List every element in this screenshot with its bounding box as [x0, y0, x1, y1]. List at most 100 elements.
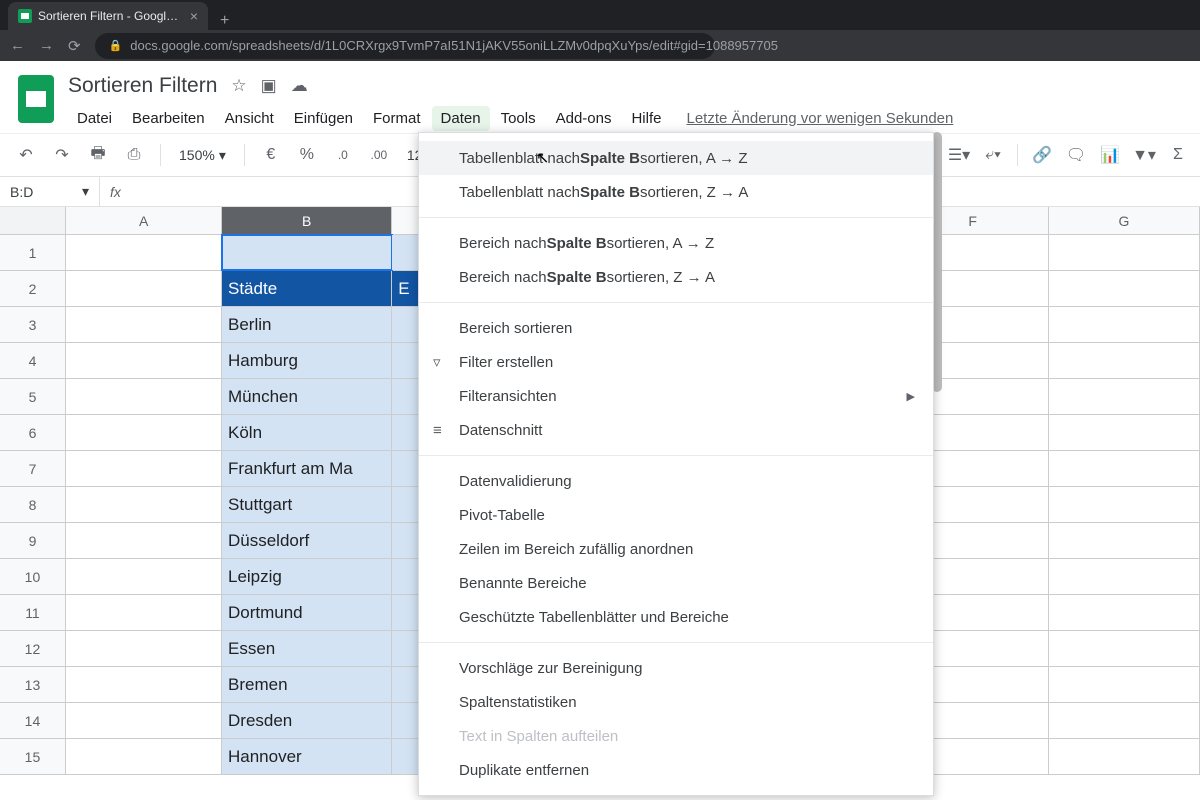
sort-range-az[interactable]: Bereich nach Spalte B sortieren, A → Z: [419, 226, 933, 260]
cell[interactable]: Hannover: [222, 739, 392, 774]
redo-icon[interactable]: ↷: [48, 141, 76, 169]
address-bar[interactable]: 🔒 docs.google.com/spreadsheets/d/1L0CRXr…: [95, 33, 715, 59]
cell[interactable]: Städte: [222, 271, 392, 306]
cell[interactable]: [1049, 271, 1200, 306]
pivot-table[interactable]: Pivot-Tabelle: [419, 498, 933, 532]
create-filter[interactable]: ▿Filter erstellen: [419, 345, 933, 379]
cell[interactable]: Stuttgart: [222, 487, 392, 522]
col-header-G[interactable]: G: [1049, 207, 1200, 234]
col-header-A[interactable]: A: [66, 207, 222, 234]
row-header[interactable]: 2: [0, 271, 66, 306]
cell[interactable]: Bremen: [222, 667, 392, 702]
menu-einfuegen[interactable]: Einfügen: [285, 106, 362, 131]
cell[interactable]: [66, 523, 222, 558]
menu-daten[interactable]: Daten: [432, 106, 490, 131]
valign-icon[interactable]: ☰▾: [945, 141, 973, 169]
sort-range-za[interactable]: Bereich nach Spalte B sortieren, Z → A: [419, 260, 933, 294]
col-header-B[interactable]: B: [222, 207, 392, 234]
menu-bearbeiten[interactable]: Bearbeiten: [123, 106, 214, 131]
functions-icon[interactable]: Σ: [1164, 141, 1192, 169]
reload-icon[interactable]: ⟳: [68, 37, 81, 55]
cell[interactable]: Köln: [222, 415, 392, 450]
select-all-corner[interactable]: [0, 207, 66, 234]
named-ranges[interactable]: Benannte Bereiche: [419, 566, 933, 600]
browser-tab[interactable]: Sortieren Filtern - Google Tabelle ×: [8, 2, 208, 30]
row-header[interactable]: 4: [0, 343, 66, 378]
cell[interactable]: [66, 379, 222, 414]
currency-icon[interactable]: €: [257, 141, 285, 169]
cell[interactable]: München: [222, 379, 392, 414]
filter-views[interactable]: Filteransichten▶: [419, 379, 933, 413]
comment-icon[interactable]: 🗨: [1062, 141, 1090, 169]
cell[interactable]: [66, 235, 222, 270]
cell[interactable]: [66, 415, 222, 450]
cell[interactable]: [1049, 559, 1200, 594]
cell[interactable]: [1049, 739, 1200, 774]
row-header[interactable]: 14: [0, 703, 66, 738]
row-header[interactable]: 10: [0, 559, 66, 594]
cell[interactable]: [1049, 307, 1200, 342]
remove-duplicates[interactable]: Duplikate entfernen: [419, 753, 933, 787]
cell[interactable]: [1049, 451, 1200, 486]
cell[interactable]: Düsseldorf: [222, 523, 392, 558]
forward-icon[interactable]: →: [39, 37, 54, 54]
cell[interactable]: Frankfurt am Ma: [222, 451, 392, 486]
cell[interactable]: [1049, 595, 1200, 630]
link-icon[interactable]: 🔗: [1028, 141, 1056, 169]
cell[interactable]: [66, 307, 222, 342]
cell[interactable]: [1049, 667, 1200, 702]
menu-ansicht[interactable]: Ansicht: [216, 106, 283, 131]
star-icon[interactable]: ☆: [231, 76, 246, 96]
cell[interactable]: [66, 595, 222, 630]
new-tab-button[interactable]: +: [208, 12, 241, 30]
cell[interactable]: Essen: [222, 631, 392, 666]
cleanup-suggestions[interactable]: Vorschläge zur Bereinigung: [419, 651, 933, 685]
cell[interactable]: [1049, 523, 1200, 558]
cell[interactable]: [66, 451, 222, 486]
cell[interactable]: [66, 739, 222, 774]
menu-hilfe[interactable]: Hilfe: [622, 106, 670, 131]
row-header[interactable]: 3: [0, 307, 66, 342]
print-icon[interactable]: 🖶: [84, 141, 112, 169]
cell[interactable]: [66, 703, 222, 738]
row-header[interactable]: 5: [0, 379, 66, 414]
cell[interactable]: [66, 631, 222, 666]
cell[interactable]: [66, 667, 222, 702]
row-header[interactable]: 12: [0, 631, 66, 666]
protected-sheets[interactable]: Geschützte Tabellenblätter und Bereiche: [419, 600, 933, 634]
cell[interactable]: [66, 559, 222, 594]
cell[interactable]: [66, 343, 222, 378]
cell[interactable]: Hamburg: [222, 343, 392, 378]
row-header[interactable]: 1: [0, 235, 66, 270]
zoom-select[interactable]: 150% ▾: [173, 147, 232, 164]
row-header[interactable]: 13: [0, 667, 66, 702]
cell[interactable]: [66, 487, 222, 522]
close-tab-icon[interactable]: ×: [190, 8, 198, 24]
row-header[interactable]: 11: [0, 595, 66, 630]
increase-decimal-icon[interactable]: .00: [365, 141, 393, 169]
document-title[interactable]: Sortieren Filtern: [68, 74, 217, 98]
data-validation[interactable]: Datenvalidierung: [419, 464, 933, 498]
row-header[interactable]: 7: [0, 451, 66, 486]
row-header[interactable]: 6: [0, 415, 66, 450]
row-header[interactable]: 9: [0, 523, 66, 558]
last-edit-link[interactable]: Letzte Änderung vor wenigen Sekunden: [686, 110, 953, 127]
menu-datei[interactable]: Datei: [68, 106, 121, 131]
back-icon[interactable]: ←: [10, 37, 25, 54]
menu-tools[interactable]: Tools: [492, 106, 545, 131]
decrease-decimal-icon[interactable]: .0: [329, 141, 357, 169]
sheets-logo[interactable]: [18, 75, 58, 129]
cloud-status-icon[interactable]: ☁: [291, 76, 308, 96]
sort-range[interactable]: Bereich sortieren: [419, 311, 933, 345]
cell[interactable]: [1049, 379, 1200, 414]
cell[interactable]: Dortmund: [222, 595, 392, 630]
menu-format[interactable]: Format: [364, 106, 430, 131]
row-header[interactable]: 8: [0, 487, 66, 522]
chart-icon[interactable]: 📊: [1096, 141, 1124, 169]
paint-format-icon[interactable]: ⎙: [120, 141, 148, 169]
cell[interactable]: [1049, 343, 1200, 378]
cell[interactable]: [1049, 631, 1200, 666]
cell[interactable]: [66, 271, 222, 306]
cell[interactable]: [1049, 487, 1200, 522]
name-box[interactable]: B:D▾: [0, 177, 100, 206]
